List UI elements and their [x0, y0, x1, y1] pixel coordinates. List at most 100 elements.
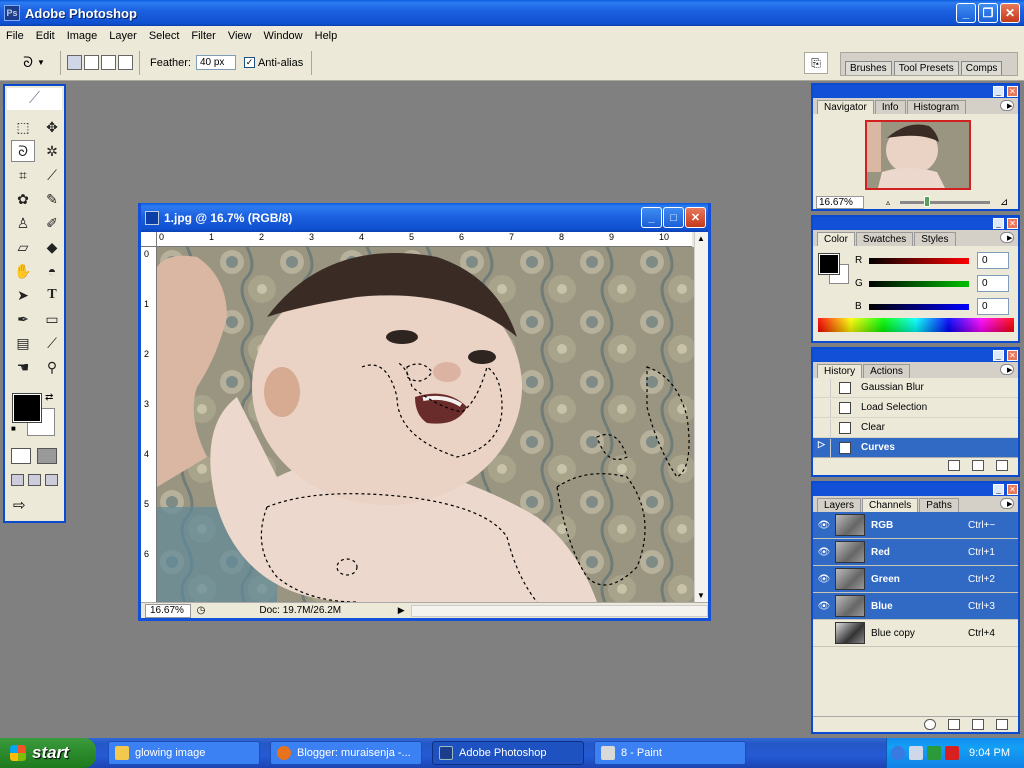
- well-tab-tool-presets[interactable]: Tool Presets: [893, 61, 959, 75]
- zoom-out-icon[interactable]: ▵: [886, 198, 890, 207]
- foreground-color-swatch[interactable]: [12, 393, 42, 423]
- well-tab-comps[interactable]: Comps: [960, 61, 1003, 75]
- tab-histogram[interactable]: Histogram: [906, 100, 967, 114]
- new-document-icon[interactable]: [948, 460, 960, 471]
- save-selection-icon[interactable]: [948, 719, 960, 730]
- lasso-icon[interactable]: ᘐ: [11, 140, 35, 162]
- green-slider[interactable]: [869, 280, 969, 287]
- dodge-icon[interactable]: ◓: [40, 260, 64, 282]
- taskbar-item-paint[interactable]: 8 - Paint: [594, 741, 746, 765]
- doc-close-button[interactable]: ✕: [685, 207, 706, 228]
- red-value[interactable]: 0: [977, 252, 1009, 269]
- standard-mode-icon[interactable]: [11, 448, 31, 464]
- slider-knob[interactable]: [924, 195, 931, 207]
- shape-icon[interactable]: ▭: [40, 308, 64, 330]
- palette-close-icon[interactable]: ✕: [1007, 484, 1018, 495]
- channel-row[interactable]: 👁 Blue Ctrl+3: [813, 593, 1018, 620]
- menu-view[interactable]: View: [222, 30, 258, 42]
- trash-icon[interactable]: [996, 719, 1008, 730]
- menu-select[interactable]: Select: [143, 30, 186, 42]
- visibility-eye-icon[interactable]: 👁: [813, 547, 835, 558]
- tab-navigator[interactable]: Navigator: [817, 100, 874, 114]
- new-snapshot-icon[interactable]: [972, 460, 984, 471]
- start-button[interactable]: start: [0, 738, 96, 768]
- vertical-scrollbar[interactable]: ▲ ▼: [694, 232, 708, 602]
- palette-close-icon[interactable]: ✕: [1007, 218, 1018, 229]
- red-slider[interactable]: [869, 257, 969, 264]
- list-item[interactable]: ▷ Curves: [813, 438, 1018, 457]
- taskbar-item-glowing-image[interactable]: glowing image: [108, 741, 260, 765]
- close-button[interactable]: ✕: [1000, 3, 1020, 23]
- hand-icon[interactable]: ☚: [11, 356, 35, 378]
- tab-info[interactable]: Info: [874, 100, 906, 114]
- tab-actions[interactable]: Actions: [863, 364, 910, 378]
- horizontal-ruler[interactable]: 0 1 2 3 4 5 6 7 8 9 10: [157, 232, 692, 247]
- palette-menu-icon[interactable]: ▶: [1000, 232, 1014, 243]
- zoom-field[interactable]: 16.67%: [145, 603, 191, 618]
- channel-row[interactable]: Blue copy Ctrl+4: [813, 620, 1018, 647]
- tab-history[interactable]: History: [817, 364, 863, 378]
- palette-menu-icon[interactable]: ▶: [1000, 100, 1014, 111]
- intersect-selection-icon[interactable]: [118, 55, 133, 70]
- scroll-down-icon[interactable]: ▼: [697, 591, 705, 600]
- palette-title-bar[interactable]: _ ✕: [813, 217, 1018, 230]
- antialias-checkbox[interactable]: ✓: [243, 57, 255, 68]
- network-icon[interactable]: [909, 746, 924, 760]
- tool-preset-picker[interactable]: ᘐ ▼: [14, 52, 54, 74]
- full-screen-icon[interactable]: [45, 474, 58, 486]
- jump-to-imageready-icon[interactable]: ⇨: [13, 496, 26, 514]
- menu-edit[interactable]: Edit: [30, 30, 61, 42]
- load-selection-icon[interactable]: [924, 719, 936, 730]
- eraser-icon[interactable]: ▱: [11, 236, 35, 258]
- menu-image[interactable]: Image: [61, 30, 104, 42]
- well-tab-brushes[interactable]: Brushes: [845, 61, 892, 75]
- tab-color[interactable]: Color: [817, 232, 855, 246]
- menu-layer[interactable]: Layer: [103, 30, 143, 42]
- clone-stamp-icon[interactable]: ♙: [11, 212, 35, 234]
- tab-layers[interactable]: Layers: [817, 498, 862, 512]
- taskbar-item-photoshop[interactable]: Adobe Photoshop: [432, 741, 584, 765]
- navigator-zoom-field[interactable]: 16.67%: [816, 195, 864, 209]
- palette-minimize-icon[interactable]: _: [993, 218, 1004, 229]
- list-item[interactable]: Load Selection: [813, 398, 1018, 418]
- menu-help[interactable]: Help: [309, 30, 344, 42]
- palette-minimize-icon[interactable]: _: [993, 86, 1004, 97]
- tray-app-icon[interactable]: [927, 746, 942, 760]
- channel-row[interactable]: 👁 Green Ctrl+2: [813, 566, 1018, 593]
- palette-menu-icon[interactable]: ▶: [1000, 498, 1014, 509]
- restore-button[interactable]: ❐: [978, 3, 998, 23]
- taskbar-item-blogger[interactable]: Blogger: muraisenja -...: [270, 741, 422, 765]
- doc-minimize-button[interactable]: _: [641, 207, 662, 228]
- magic-wand-icon[interactable]: ✲: [40, 140, 64, 162]
- history-brush-icon[interactable]: ✐: [40, 212, 64, 234]
- blue-value[interactable]: 0: [977, 298, 1009, 315]
- visibility-eye-icon[interactable]: 👁: [813, 601, 835, 612]
- tab-styles[interactable]: Styles: [914, 232, 956, 246]
- green-value[interactable]: 0: [977, 275, 1009, 292]
- foreground-color-chip[interactable]: [818, 253, 840, 275]
- quick-mask-icon[interactable]: [37, 448, 57, 464]
- menu-file[interactable]: File: [0, 30, 30, 42]
- slice-icon[interactable]: ⟋: [40, 164, 64, 186]
- pen-icon[interactable]: ✒: [11, 308, 35, 330]
- brush-icon[interactable]: ✎: [40, 188, 64, 210]
- palette-menu-icon[interactable]: ▶: [1000, 364, 1014, 375]
- default-colors-icon[interactable]: ■: [11, 424, 16, 433]
- palette-close-icon[interactable]: ✕: [1007, 86, 1018, 97]
- navigator-zoom-slider[interactable]: [900, 195, 991, 207]
- image-canvas[interactable]: [157, 247, 694, 602]
- menu-window[interactable]: Window: [258, 30, 309, 42]
- document-title-bar[interactable]: 1.jpg @ 16.7% (RGB/8) _ □ ✕: [141, 203, 708, 232]
- visibility-eye-icon[interactable]: 👁: [813, 574, 835, 585]
- healing-brush-icon[interactable]: ✿: [11, 188, 35, 210]
- palette-title-bar[interactable]: _ ✕: [813, 483, 1018, 496]
- palette-title-bar[interactable]: _ ✕: [813, 85, 1018, 98]
- antivirus-icon[interactable]: [945, 746, 960, 760]
- feather-logo-icon[interactable]: ⟋: [7, 88, 62, 110]
- trash-icon[interactable]: [996, 460, 1008, 471]
- blur-icon[interactable]: ✋: [11, 260, 35, 282]
- navigator-thumbnail[interactable]: [865, 120, 971, 190]
- tab-swatches[interactable]: Swatches: [855, 232, 914, 246]
- app-title-bar[interactable]: Ps Adobe Photoshop _ ❐ ✕: [0, 0, 1024, 26]
- palette-minimize-icon[interactable]: _: [993, 484, 1004, 495]
